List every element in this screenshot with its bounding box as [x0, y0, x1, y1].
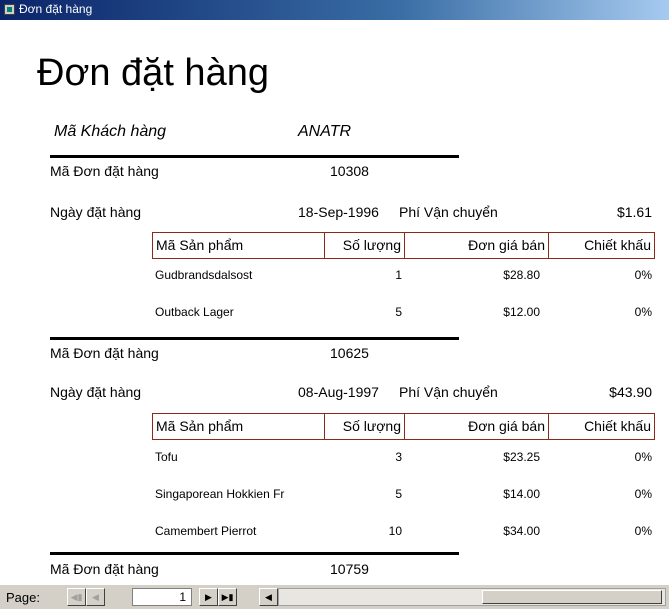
- item-price: $28.80: [503, 268, 540, 282]
- report-icon: [4, 4, 15, 15]
- item-product: Outback Lager: [155, 305, 234, 319]
- item-discount: 0%: [634, 487, 652, 501]
- window-title: Đơn đặt hàng: [19, 2, 93, 16]
- col-discount-header: Chiết khấu: [584, 237, 651, 253]
- item-qty: 3: [395, 450, 402, 464]
- items-header: Mã Sản phẩm Số lượng Đơn giá bán Chiết k…: [152, 413, 655, 440]
- first-page-icon: ◀▮: [70, 592, 83, 602]
- item-product: Singaporean Hokkien Fr: [155, 487, 285, 501]
- item-discount: 0%: [634, 450, 652, 464]
- col-price-header: Đơn giá bán: [405, 233, 549, 258]
- order-date-label: Ngày đặt hàng: [50, 384, 142, 400]
- item-qty: 1: [395, 268, 402, 282]
- prev-page-icon: ◀: [92, 592, 99, 602]
- order-date-label: Ngày đặt hàng: [50, 204, 142, 220]
- freight-value: $1.61: [616, 204, 652, 220]
- customer-label: Mã Khách hàng: [54, 123, 167, 140]
- freight-label: Phí Vận chuyển: [399, 204, 498, 220]
- order-id: 10625: [330, 345, 369, 361]
- col-discount-header: Chiết khấu: [584, 418, 651, 434]
- col-product-header: Mã Sản phẩm: [153, 233, 325, 258]
- item-qty: 10: [388, 524, 402, 538]
- order-id-label: Mã Đơn đặt hàng: [50, 345, 159, 361]
- freight-label: Phí Vận chuyển: [399, 384, 498, 400]
- first-page-button[interactable]: ◀▮: [67, 588, 86, 606]
- item-discount: 0%: [634, 268, 652, 282]
- items-header: Mã Sản phẩm Số lượng Đơn giá bán Chiết k…: [152, 232, 655, 259]
- order-id: 10308: [330, 163, 369, 179]
- item-discount: 0%: [634, 305, 652, 319]
- record-navigation-bar: Page: ◀▮ ◀ 1 ▶ ▶▮ ◀: [0, 584, 669, 609]
- col-price-header: Đơn giá bán: [405, 414, 549, 439]
- report-title: Đơn đặt hàng: [37, 52, 269, 94]
- order-date: 08-Aug-1997: [298, 384, 379, 400]
- last-page-icon: ▶▮: [221, 592, 234, 602]
- next-page-button[interactable]: ▶: [199, 588, 218, 606]
- item-price: $12.00: [503, 305, 540, 319]
- title-bar: Đơn đặt hàng: [0, 0, 669, 20]
- page-label: Page:: [6, 590, 40, 605]
- item-product: Tofu: [155, 450, 178, 464]
- item-product: Gudbrandsdalsost: [155, 268, 253, 282]
- item-price: $34.00: [503, 524, 540, 538]
- item-price: $23.25: [503, 450, 540, 464]
- scrollbar-thumb[interactable]: [482, 590, 662, 604]
- item-discount: 0%: [634, 524, 652, 538]
- item-qty: 5: [395, 305, 402, 319]
- group-divider: [50, 552, 459, 555]
- order-date: 18-Sep-1996: [298, 204, 379, 220]
- col-product-header: Mã Sản phẩm: [153, 414, 325, 439]
- item-product: Camembert Pierrot: [155, 524, 257, 538]
- page-number-input[interactable]: 1: [132, 588, 192, 606]
- group-divider: [50, 337, 459, 340]
- order-id-label: Mã Đơn đặt hàng: [50, 163, 159, 179]
- group-divider: [50, 155, 459, 158]
- customer-id: ANATR: [298, 123, 352, 140]
- item-qty: 5: [395, 487, 402, 501]
- order-id-label: Mã Đơn đặt hàng: [50, 561, 159, 577]
- report-page[interactable]: Đơn đặt hàng Mã Khách hàng ANATR Mã Đơn …: [0, 20, 669, 584]
- horizontal-scrollbar[interactable]: [278, 588, 666, 606]
- next-page-icon: ▶: [205, 592, 212, 602]
- prev-page-button[interactable]: ◀: [86, 588, 105, 606]
- scroll-left-icon: ◀: [265, 592, 272, 602]
- item-price: $14.00: [503, 487, 540, 501]
- scroll-left-button[interactable]: ◀: [259, 588, 278, 606]
- last-page-button[interactable]: ▶▮: [218, 588, 237, 606]
- col-qty-header: Số lượng: [325, 233, 405, 258]
- order-id: 10759: [330, 561, 369, 577]
- freight-value: $43.90: [609, 384, 652, 400]
- col-qty-header: Số lượng: [325, 414, 405, 439]
